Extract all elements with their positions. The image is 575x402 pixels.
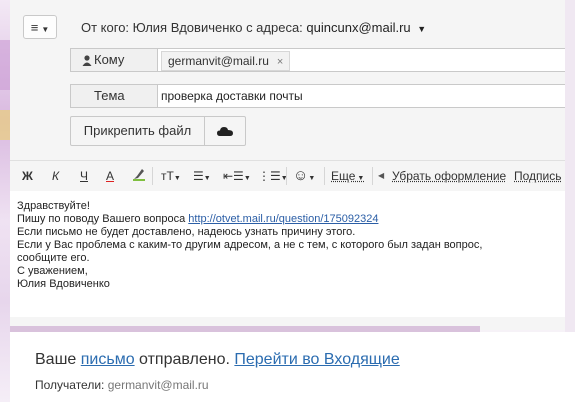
toolbar-separator (286, 167, 287, 185)
chevron-left-icon: ◀ (378, 171, 385, 180)
to-field-row: Кому germanvit@mail.ru × (70, 48, 575, 72)
menu-button[interactable]: ≡ ▼ (23, 15, 57, 39)
signature-button[interactable]: Подпись (514, 167, 562, 185)
formatting-toolbar: Ж К Ч А тТ▼ ☰▼ ⇤☰▼ ⋮☰▼ ☺▼ Еще ▼ ◀ Убрать… (10, 160, 575, 192)
align-button[interactable]: ☰▼ (193, 167, 211, 185)
attach-file-button[interactable]: Прикрепить файл (71, 117, 205, 145)
toolbar-separator (372, 167, 373, 185)
chevron-down-icon: ▼ (308, 175, 316, 182)
body-line: Здравствуйте! (17, 200, 90, 212)
chevron-down-icon: ▼ (243, 175, 251, 182)
from-email-select[interactable]: quincunx@mail.ru ▼ (306, 20, 426, 35)
flower-decoration (0, 40, 10, 90)
text-color-button[interactable]: А (106, 167, 114, 185)
sent-notification: Ваше письмо отправлено. Перейти во Входя… (10, 332, 575, 402)
font-size-button[interactable]: тТ▼ (161, 167, 181, 185)
question-link[interactable]: http://otvet.mail.ru/question/175092324 (188, 213, 378, 225)
compose-header: ≡ ▼ От кого: Юлия Вдовиченко с адреса: qu… (10, 0, 575, 160)
body-line: Если письмо не будет доставлено, надеюсь… (17, 226, 356, 238)
remove-recipient-icon[interactable]: × (277, 56, 283, 68)
person-icon (82, 55, 92, 66)
recipient-chip[interactable]: germanvit@mail.ru × (161, 51, 291, 71)
message-editor[interactable]: Здравствуйте! Пишу по поводу Вашего вопр… (10, 191, 575, 317)
attach-group: Прикрепить файл (70, 116, 246, 146)
cloud-attach-button[interactable] (204, 117, 246, 145)
font-size-label: тТ (161, 169, 174, 183)
to-label[interactable]: Кому (71, 49, 158, 71)
recipients-line: Получатели: germanvit@mail.ru (35, 378, 209, 392)
recipient-email: germanvit@mail.ru (168, 54, 269, 68)
align-left-icon: ☰ (193, 169, 204, 183)
more-label: Еще (331, 169, 356, 183)
chevron-down-icon: ▼ (203, 175, 211, 182)
indent-button[interactable]: ⇤☰▼ (223, 167, 251, 185)
compose-panel: ≡ ▼ От кого: Юлия Вдовиченко с адреса: qu… (10, 0, 575, 330)
highlighter-icon (133, 169, 145, 181)
hamburger-icon: ≡ (30, 20, 39, 35)
smiley-icon: ☺ (293, 167, 309, 184)
toolbar-separator (152, 167, 153, 185)
emoji-button[interactable]: ☺▼ (293, 167, 315, 185)
go-to-inbox-link[interactable]: Перейти во Входящие (234, 351, 399, 368)
indent-icon: ⇤☰ (223, 169, 244, 183)
list-button[interactable]: ⋮☰▼ (258, 167, 288, 185)
from-line: От кого: Юлия Вдовиченко с адреса: quinc… (81, 20, 426, 35)
body-line: Юлия Вдовиченко (17, 278, 110, 290)
highlight-button[interactable] (132, 167, 146, 185)
cloud-icon (217, 127, 233, 136)
subject-label: Тема (71, 85, 158, 107)
body-text: Пишу по поводу Вашего вопроса (17, 213, 189, 225)
body-line: Пишу по поводу Вашего вопроса http://otv… (10, 213, 575, 226)
more-button[interactable]: Еще ▼ (331, 167, 364, 185)
notice-text: Ваше (35, 351, 81, 368)
subject-field-row: Тема проверка доставки почты (70, 84, 575, 108)
from-email: quincunx@mail.ru (306, 20, 411, 35)
chevron-down-icon: ▼ (355, 175, 365, 182)
from-text: От кого: Юлия Вдовиченко с адреса: (81, 20, 303, 35)
body-line: С уважением, (17, 265, 88, 277)
body-line: сообщите его. (17, 252, 90, 264)
recipients-value: germanvit@mail.ru (107, 378, 209, 392)
numbered-list-icon: ⋮☰ (258, 169, 281, 183)
clear-format-button[interactable]: Убрать оформление (392, 167, 506, 185)
chevron-down-icon: ▼ (41, 25, 50, 34)
subject-input[interactable]: проверка доставки почты (161, 85, 303, 107)
chevron-down-icon: ▼ (173, 175, 181, 182)
recipients-label: Получатели: (35, 378, 108, 392)
toolbar-separator (324, 167, 325, 185)
underline-button[interactable]: Ч (80, 167, 88, 185)
to-label-text: Кому (94, 52, 125, 67)
sent-message: Ваше письмо отправлено. Перейти во Входя… (35, 351, 400, 369)
italic-button[interactable]: К (52, 167, 59, 185)
notice-text: отправлено. (134, 351, 235, 368)
subject-label-text: Тема (94, 88, 125, 103)
chevron-down-icon: ▼ (417, 24, 427, 34)
letter-link[interactable]: письмо (81, 351, 135, 368)
bold-button[interactable]: Ж (22, 167, 33, 185)
body-line: Если у Вас проблема с каким-то другим ад… (17, 239, 483, 251)
